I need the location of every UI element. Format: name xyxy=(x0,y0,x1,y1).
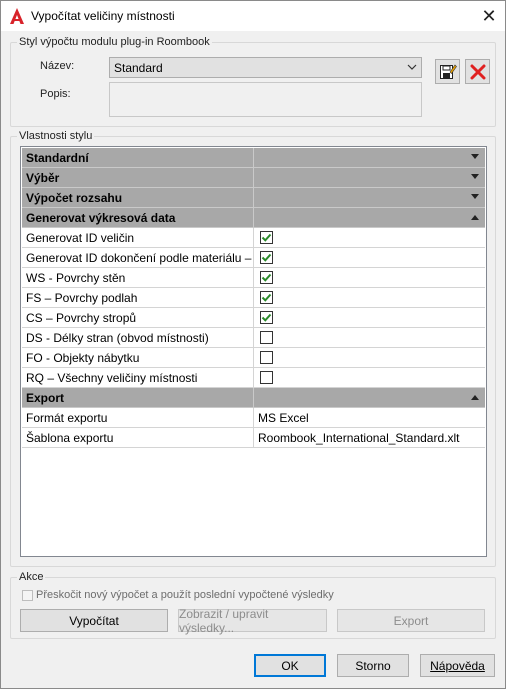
ok-button-label: OK xyxy=(281,658,299,673)
property-value-cell xyxy=(254,168,485,187)
grid-category-row[interactable]: Export xyxy=(22,388,485,408)
calculate-button[interactable]: Vypočítat xyxy=(20,609,168,632)
chevron-down-icon xyxy=(407,64,417,70)
checkmark-icon xyxy=(261,273,272,282)
skip-recalc-checkbox[interactable] xyxy=(22,590,33,601)
property-value-cell xyxy=(254,188,485,207)
expand-arrow-icon[interactable] xyxy=(471,174,479,180)
style-group-label: Styl výpočtu modulu plug-in Roombook xyxy=(17,36,212,48)
grid-property-row[interactable]: Generovat ID dokončení podle materiálu – xyxy=(22,248,485,268)
style-name-combobox[interactable]: Standard xyxy=(109,57,422,78)
property-checkbox[interactable] xyxy=(260,231,273,244)
property-name: Formát exportu xyxy=(22,408,254,427)
delete-style-button[interactable] xyxy=(465,59,490,84)
category-label: Generovat výkresová data xyxy=(22,208,254,227)
grid-category-row[interactable]: Generovat výkresová data xyxy=(22,208,485,228)
property-value-cell[interactable]: MS Excel xyxy=(254,408,485,427)
property-name: Generovat ID veličin xyxy=(22,228,254,247)
property-value-cell[interactable] xyxy=(254,368,485,387)
close-button[interactable]: ✕ xyxy=(473,1,505,31)
collapse-arrow-icon[interactable] xyxy=(471,394,479,400)
grid-property-row[interactable]: FS – Povrchy podlah xyxy=(22,288,485,308)
property-grid[interactable]: Standardní Výběr Výpočet rozsahu Generovat … xyxy=(20,146,487,557)
property-name: DS - Délky stran (obvod místnosti) xyxy=(22,328,254,347)
property-value-cell xyxy=(254,208,485,227)
view-edit-results-label: Zobrazit / upravit výsledky... xyxy=(179,606,269,635)
grid-category-row[interactable]: Výběr xyxy=(22,168,485,188)
grid-property-row[interactable]: Šablona exportu Roombook_International_St… xyxy=(22,428,485,448)
checkmark-icon xyxy=(261,233,272,242)
property-checkbox[interactable] xyxy=(260,311,273,324)
property-name: Generovat ID dokončení podle materiálu – xyxy=(22,248,254,267)
window-title: Vypočítat veličiny místnosti xyxy=(31,9,175,23)
property-value-cell[interactable]: Roombook_International_Standard.xlt xyxy=(254,428,485,447)
checkmark-icon xyxy=(261,293,272,302)
property-name: Šablona exportu xyxy=(22,428,254,447)
property-name: RQ – Všechny veličiny místnosti xyxy=(22,368,254,387)
description-label: Popis: xyxy=(40,88,71,100)
autocad-logo-icon xyxy=(10,8,24,24)
property-name: WS - Povrchy stěn xyxy=(22,268,254,287)
calculate-button-label: Vypočítat xyxy=(69,613,119,628)
export-button-label: Export xyxy=(393,613,429,628)
grid-property-row[interactable]: DS - Délky stran (obvod místnosti) xyxy=(22,328,485,348)
property-value-cell xyxy=(254,388,485,407)
property-name: FO - Objekty nábytku xyxy=(22,348,254,367)
view-edit-results-button[interactable]: Zobrazit / upravit výsledky... xyxy=(178,606,327,635)
property-checkbox[interactable] xyxy=(260,251,273,264)
export-button[interactable]: Export xyxy=(337,609,485,632)
help-button[interactable]: Nápověda xyxy=(420,654,495,677)
property-name: FS – Povrchy podlah xyxy=(22,288,254,307)
name-label: Název: xyxy=(40,60,75,72)
property-value: Roombook_International_Standard.xlt xyxy=(258,431,460,445)
category-label: Výběr xyxy=(22,168,254,187)
save-style-button[interactable] xyxy=(435,59,460,84)
property-value-cell[interactable] xyxy=(254,308,485,327)
property-name: CS – Povrchy stropů xyxy=(22,308,254,327)
property-value-cell[interactable] xyxy=(254,348,485,367)
checkmark-icon xyxy=(261,253,272,262)
category-label: Export xyxy=(22,388,254,407)
property-value-cell[interactable] xyxy=(254,328,485,347)
grid-property-row[interactable]: RQ – Všechny veličiny místnosti xyxy=(22,368,485,388)
properties-group-label: Vlastnosti stylu xyxy=(17,130,95,142)
help-button-label: Nápověda xyxy=(430,658,485,673)
collapse-arrow-icon[interactable] xyxy=(471,214,479,220)
property-checkbox[interactable] xyxy=(260,331,273,344)
property-value-cell[interactable] xyxy=(254,288,485,307)
category-label: Výpočet rozsahu xyxy=(22,188,254,207)
property-checkbox[interactable] xyxy=(260,291,273,304)
grid-category-row[interactable]: Výpočet rozsahu xyxy=(22,188,485,208)
grid-property-row[interactable]: Formát exportu MS Excel xyxy=(22,408,485,428)
grid-property-row[interactable]: FO - Objekty nábytku xyxy=(22,348,485,368)
property-checkbox[interactable] xyxy=(260,371,273,384)
grid-property-row[interactable]: Generovat ID veličin xyxy=(22,228,485,248)
property-value-cell xyxy=(254,148,485,167)
close-icon: ✕ xyxy=(481,5,497,26)
expand-arrow-icon[interactable] xyxy=(471,194,479,200)
category-label: Standardní xyxy=(22,148,254,167)
property-value-cell[interactable] xyxy=(254,248,485,267)
property-checkbox[interactable] xyxy=(260,351,273,364)
property-checkbox[interactable] xyxy=(260,271,273,284)
cancel-button-label: Storno xyxy=(355,658,391,673)
style-name-value: Standard xyxy=(114,61,163,75)
checkmark-icon xyxy=(261,313,272,322)
title-bar: Vypočítat veličiny místnosti ✕ xyxy=(1,1,505,31)
property-value: MS Excel xyxy=(258,411,309,425)
actions-group-label: Akce xyxy=(17,571,46,583)
delete-x-icon xyxy=(470,64,485,79)
property-value-cell[interactable] xyxy=(254,268,485,287)
grid-category-row[interactable]: Standardní xyxy=(22,148,485,168)
cancel-button[interactable]: Storno xyxy=(337,654,409,677)
ok-button[interactable]: OK xyxy=(254,654,326,677)
grid-property-row[interactable]: CS – Povrchy stropů xyxy=(22,308,485,328)
description-field xyxy=(109,82,422,117)
save-edit-icon xyxy=(439,64,457,79)
property-value-cell[interactable] xyxy=(254,228,485,247)
dialog-window: Vypočítat veličiny místnosti ✕ Styl výpo… xyxy=(0,0,506,689)
grid-property-row[interactable]: WS - Povrchy stěn xyxy=(22,268,485,288)
expand-arrow-icon[interactable] xyxy=(471,154,479,160)
skip-recalc-label: Přeskočit nový výpočet a použít poslední… xyxy=(36,589,334,601)
